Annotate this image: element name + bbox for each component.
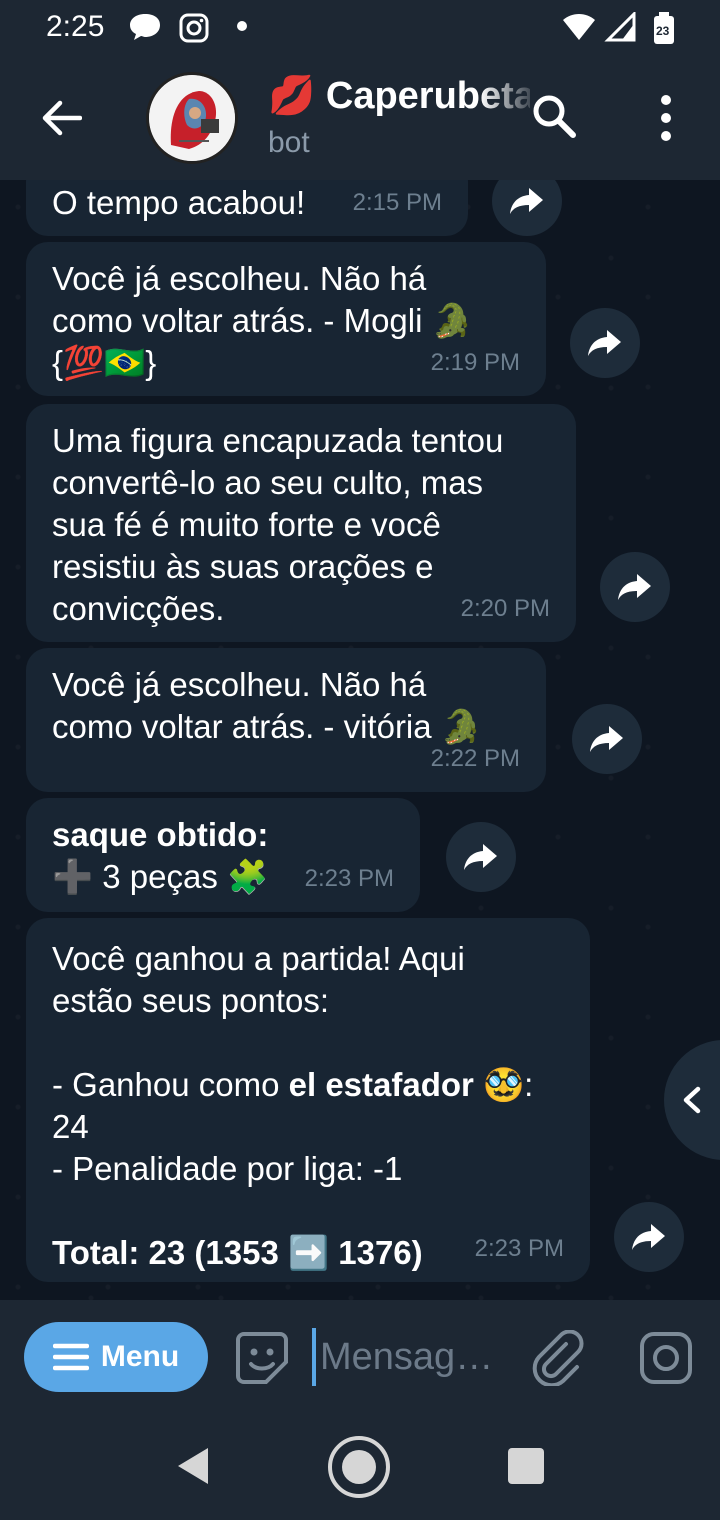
message-line-part: - Ganhou como <box>52 1066 289 1103</box>
wifi-icon <box>563 14 595 40</box>
side-panel-tab[interactable] <box>664 1040 720 1160</box>
chat-subtitle: bot <box>268 126 310 159</box>
forward-arrow-icon <box>464 844 497 870</box>
status-bar: 2:25 23 <box>0 0 720 56</box>
message-line-bold: el estafador 🥸 <box>288 1066 525 1103</box>
more-vertical-icon <box>661 95 671 141</box>
message-bubble[interactable]: Você já escolheu. Não há como voltar atr… <box>26 648 546 792</box>
chat-header: 💋 Caperubeta bot <box>0 56 720 180</box>
message-text: Você já escolheu. Não há como voltar atr… <box>52 666 482 745</box>
forward-arrow-icon <box>588 330 621 356</box>
message-line: 24 <box>52 1108 89 1145</box>
camera-icon <box>640 1332 692 1384</box>
paperclip-icon <box>532 1329 584 1388</box>
more-options-button[interactable] <box>640 92 692 148</box>
system-navigation-bar <box>0 1412 720 1520</box>
message-bubble[interactable]: saque obtido: ➕ 3 peças 🧩 2:23 PM <box>26 798 420 912</box>
forward-arrow-icon <box>618 574 651 600</box>
forward-arrow-icon <box>632 1224 665 1250</box>
forward-button[interactable] <box>600 552 670 622</box>
forward-arrow-icon <box>510 188 543 214</box>
hamburger-icon <box>52 1343 89 1371</box>
forward-button[interactable] <box>446 822 516 892</box>
nav-home-icon[interactable] <box>326 1434 392 1500</box>
notification-dot-icon <box>237 21 247 31</box>
message-title: saque obtido: <box>52 816 269 853</box>
message-time: 2:22 PM <box>430 745 520 772</box>
status-time: 2:25 <box>46 10 105 43</box>
arrow-left-icon <box>42 100 82 136</box>
avatar[interactable] <box>146 72 238 164</box>
message-line: - Ganhou como el estafador 🥸: <box>52 1064 564 1106</box>
forward-button[interactable] <box>614 1202 684 1272</box>
instagram-notification-icon <box>179 13 209 43</box>
chat-area[interactable]: O tempo acabou! 2:15 PM Você já escolheu… <box>0 180 720 1300</box>
message-line-part: : <box>524 1066 534 1103</box>
message-bubble[interactable]: Uma figura encapuzada tentou convertê-lo… <box>26 404 576 642</box>
message-input[interactable]: Mensag… <box>312 1328 502 1386</box>
chat-notification-icon <box>130 14 160 40</box>
forward-button[interactable] <box>572 704 642 774</box>
message-input-bar: Menu Mensag… <box>0 1300 720 1412</box>
camera-button[interactable] <box>638 1330 694 1386</box>
nav-recents-icon[interactable] <box>508 1448 544 1484</box>
message-time: 2:23 PM <box>304 865 394 892</box>
message-line: - Penalidade por liga: -1 <box>52 1150 403 1187</box>
message-time: 2:23 PM <box>474 1235 564 1262</box>
sticker-icon <box>236 1332 288 1384</box>
message-time: 2:19 PM <box>430 349 520 376</box>
menu-button-label: Menu <box>100 1340 180 1373</box>
menu-button[interactable]: Menu <box>24 1322 208 1392</box>
forward-button[interactable] <box>570 308 640 378</box>
message-bubble[interactable]: Você ganhou a partida! Aqui estão seus p… <box>26 918 590 1282</box>
sticker-button[interactable] <box>234 1330 290 1386</box>
message-time: 2:15 PM <box>352 189 442 216</box>
search-button[interactable] <box>530 92 586 148</box>
search-icon <box>533 95 576 138</box>
bot-avatar-image <box>149 75 235 161</box>
chevron-left-icon <box>683 1086 701 1114</box>
nav-back-icon[interactable] <box>172 1444 216 1488</box>
message-time: 2:20 PM <box>460 595 550 622</box>
message-line: estão seus pontos: <box>52 982 330 1019</box>
message-bubble[interactable]: Você já escolheu. Não há como voltar atr… <box>26 242 546 396</box>
back-button[interactable] <box>30 86 94 150</box>
attach-button[interactable] <box>530 1329 586 1388</box>
message-line: Você ganhou a partida! Aqui <box>52 940 465 977</box>
battery-level: 23 <box>656 24 670 38</box>
forward-arrow-icon <box>590 726 623 752</box>
message-bubble[interactable]: O tempo acabou! 2:15 PM <box>26 180 468 236</box>
signal-icon <box>604 12 636 42</box>
forward-button[interactable] <box>492 180 562 236</box>
